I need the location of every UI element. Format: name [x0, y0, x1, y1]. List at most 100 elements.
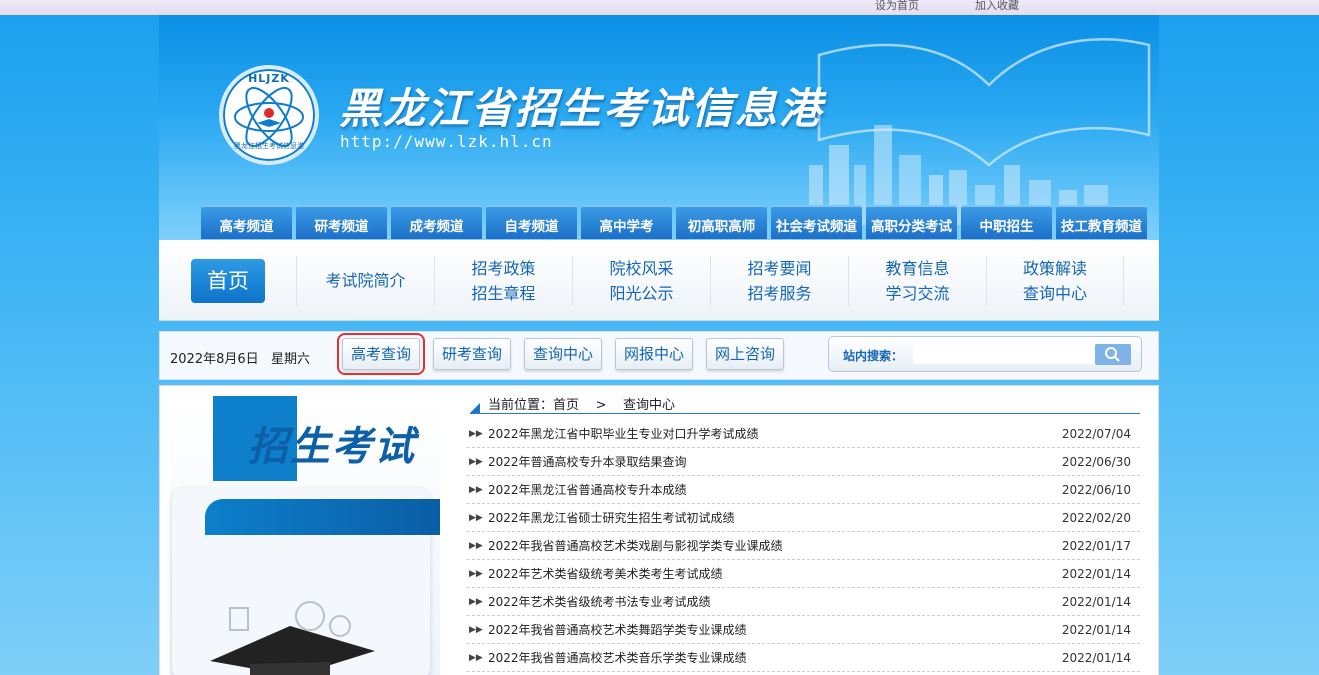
nav-col-about: 考试院简介	[296, 256, 434, 306]
main-navigation: 首页 考试院简介 招考政策 招生章程 院校风采 阳光公示 招考要闻 招考服务 教…	[159, 240, 1159, 321]
banner-title: 招生考试	[248, 423, 416, 470]
list-item-date: 2022/06/30	[1061, 455, 1131, 469]
nav-link-education[interactable]: 教育信息	[849, 256, 986, 281]
list-item-title[interactable]: 2022年艺术类省级统考美术类考生考试成绩	[488, 567, 723, 581]
add-favorite-link[interactable]: 加入收藏	[975, 0, 1019, 13]
quick-toolbar: 2022年8月6日 星期六 高考查询 研考查询 查询中心 网报中心 网上咨询 站…	[159, 331, 1159, 380]
nav-col-schools: 院校风采 阳光公示	[572, 256, 710, 306]
list-item-date: 2022/06/10	[1061, 483, 1131, 497]
nav-link-public[interactable]: 阳光公示	[573, 281, 710, 306]
list-item[interactable]: ▶▶ 2022年黑龙江省中职毕业生专业对口升学考试成绩 2022/07/04	[467, 420, 1140, 448]
query-result-list: ▶▶ 2022年黑龙江省中职毕业生专业对口升学考试成绩 2022/07/04 ▶▶ 2…	[467, 420, 1140, 672]
nav-col-education: 教育信息 学习交流	[848, 256, 986, 306]
double-arrow-icon: ▶▶	[469, 513, 483, 523]
nav-link-policy[interactable]: 招考政策	[435, 256, 572, 281]
list-item-title[interactable]: 2022年黑龙江省普通高校专升本成绩	[488, 483, 687, 497]
list-item-date: 2022/07/04	[1061, 427, 1131, 441]
list-item[interactable]: ▶▶ 2022年普通高校专升本录取结果查询 2022/06/30	[467, 448, 1140, 476]
breadcrumb-home-link[interactable]: 首页	[553, 398, 579, 413]
online-consult-button[interactable]: 网上咨询	[706, 338, 785, 370]
tab-gaozhong-xuekao[interactable]: 高中学考	[581, 205, 672, 239]
gaokao-query-button[interactable]: 高考查询	[336, 333, 426, 375]
list-item-date: 2022/02/20	[1061, 511, 1131, 525]
graduation-cap-icon	[210, 601, 375, 675]
nav-link-service[interactable]: 招考服务	[711, 281, 848, 306]
tab-gaokao[interactable]: 高考频道	[201, 205, 292, 239]
tab-shehui-kaoshi[interactable]: 社会考试频道	[771, 205, 862, 239]
yankao-query-button[interactable]: 研考查询	[433, 338, 512, 370]
tab-gaozhi-fenlei[interactable]: 高职分类考试	[866, 205, 957, 239]
double-arrow-icon: ▶▶	[469, 485, 483, 495]
breadcrumb-marker-icon	[470, 403, 480, 413]
banner-ribbon	[205, 499, 440, 535]
list-item-title[interactable]: 2022年艺术类省级统考书法专业考试成绩	[488, 595, 711, 609]
site-header: HLJZK 黑龙江招生考试信息港 黑龙江省招生考试信息港 http://www.…	[159, 15, 1159, 240]
tab-zikao[interactable]: 自考频道	[486, 205, 577, 239]
list-item[interactable]: ▶▶ 2022年我省普通高校艺术类音乐学类专业课成绩 2022/01/14	[467, 644, 1140, 672]
list-item-title[interactable]: 2022年黑龙江省硕士研究生招生考试初试成绩	[488, 511, 735, 525]
date-text: 2022年8月6日	[170, 352, 259, 367]
list-item[interactable]: ▶▶ 2022年黑龙江省普通高校专升本成绩 2022/06/10	[467, 476, 1140, 504]
tab-zhongzhi-zhaosheng[interactable]: 中职招生	[961, 205, 1052, 239]
nav-link-interpretation[interactable]: 政策解读	[987, 256, 1123, 281]
nav-link-query-center[interactable]: 查询中心	[987, 281, 1123, 306]
list-item-date: 2022/01/14	[1061, 595, 1131, 609]
list-item-date: 2022/01/14	[1061, 623, 1131, 637]
site-search: 站内搜索：	[828, 336, 1142, 372]
left-banner: 招生考试	[170, 396, 440, 675]
double-arrow-icon: ▶▶	[469, 597, 483, 607]
tab-yankao[interactable]: 研考频道	[296, 205, 387, 239]
home-button[interactable]: 首页	[191, 259, 265, 303]
tab-jigong-jiaoyu[interactable]: 技工教育频道	[1056, 205, 1147, 239]
list-item-date: 2022/01/14	[1061, 651, 1131, 665]
current-date: 2022年8月6日 星期六	[170, 348, 310, 367]
search-label: 站内搜索：	[843, 349, 904, 363]
double-arrow-icon: ▶▶	[469, 569, 483, 579]
double-arrow-icon: ▶▶	[469, 541, 483, 551]
breadcrumb: 当前位置：首页 > 查询中心	[470, 394, 1140, 414]
query-center-button[interactable]: 查询中心	[524, 338, 603, 370]
list-item[interactable]: ▶▶ 2022年艺术类省级统考书法专业考试成绩 2022/01/14	[467, 588, 1140, 616]
search-button[interactable]	[1095, 344, 1131, 365]
nav-link-about[interactable]: 考试院简介	[297, 256, 434, 306]
set-homepage-link[interactable]: 设为首页	[875, 0, 919, 13]
tab-chengkao[interactable]: 成考频道	[391, 205, 482, 239]
nav-link-news[interactable]: 招考要闻	[711, 256, 848, 281]
site-url: http://www.lzk.hl.cn	[340, 132, 553, 151]
breadcrumb-prefix: 当前位置：	[488, 398, 554, 413]
double-arrow-icon: ▶▶	[469, 653, 483, 663]
nav-col-news: 招考要闻 招考服务	[710, 256, 848, 306]
list-item[interactable]: ▶▶ 2022年艺术类省级统考美术类考生考试成绩 2022/01/14	[467, 560, 1140, 588]
list-item-title[interactable]: 2022年我省普通高校艺术类戏剧与影视学类专业课成绩	[488, 539, 783, 553]
nav-col-interpretation: 政策解读 查询中心	[986, 256, 1124, 306]
breadcrumb-current: 查询中心	[623, 398, 676, 413]
logo-subtext: 黑龙江招生考试信息港	[234, 142, 304, 150]
list-item-title[interactable]: 2022年黑龙江省中职毕业生专业对口升学考试成绩	[488, 427, 759, 441]
nav-col-policy: 招考政策 招生章程	[434, 256, 572, 306]
list-item-title[interactable]: 2022年普通高校专升本录取结果查询	[488, 455, 687, 469]
content-area: 招生考试 当前位置：首页 > 查询中心 ▶▶ 2022年黑龙江省中职毕业生专业对口…	[159, 385, 1159, 675]
search-input[interactable]	[913, 344, 1095, 364]
list-item-title[interactable]: 2022年我省普通高校艺术类舞蹈学类专业课成绩	[488, 623, 747, 637]
site-logo[interactable]: HLJZK 黑龙江招生考试信息港	[219, 65, 319, 165]
nav-link-exchange[interactable]: 学习交流	[849, 281, 986, 306]
list-item-date: 2022/01/14	[1061, 567, 1131, 581]
top-utility-bar: 设为首页 加入收藏	[0, 0, 1319, 15]
weekday-text: 星期六	[271, 352, 311, 367]
tab-chugaozhi-gaoshi[interactable]: 初高职高师	[676, 205, 767, 239]
nav-link-schools[interactable]: 院校风采	[573, 256, 710, 281]
list-item-date: 2022/01/17	[1061, 539, 1131, 553]
list-item[interactable]: ▶▶ 2022年我省普通高校艺术类舞蹈学类专业课成绩 2022/01/14	[467, 616, 1140, 644]
double-arrow-icon: ▶▶	[469, 429, 483, 439]
channel-tab-bar: 高考频道 研考频道 成考频道 自考频道 高中学考 初高职高师 社会考试频道 高职…	[201, 205, 1147, 239]
site-title: 黑龙江省招生考试信息港	[339, 84, 824, 133]
double-arrow-icon: ▶▶	[469, 457, 483, 467]
list-item-title[interactable]: 2022年我省普通高校艺术类音乐学类专业课成绩	[488, 651, 747, 665]
list-item[interactable]: ▶▶ 2022年我省普通高校艺术类戏剧与影视学类专业课成绩 2022/01/17	[467, 532, 1140, 560]
list-item[interactable]: ▶▶ 2022年黑龙江省硕士研究生招生考试初试成绩 2022/02/20	[467, 504, 1140, 532]
registration-center-button[interactable]: 网报中心	[615, 338, 694, 370]
nav-link-charter[interactable]: 招生章程	[435, 281, 572, 306]
breadcrumb-separator: >	[595, 398, 607, 413]
search-icon	[1105, 347, 1120, 362]
double-arrow-icon: ▶▶	[469, 625, 483, 635]
